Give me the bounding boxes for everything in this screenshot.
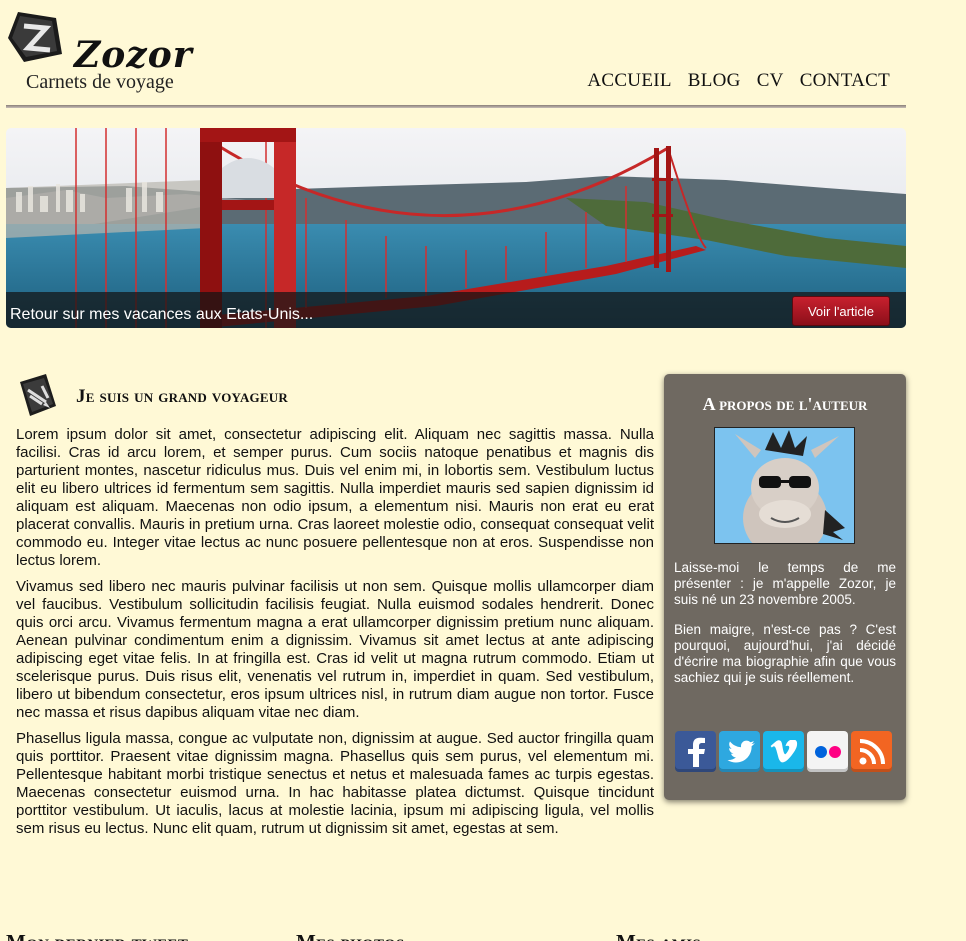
about-paragraph: Laisse-moi le temps de me présenter : je… <box>674 560 896 607</box>
social-links <box>675 731 892 772</box>
nav-blog[interactable]: BLOG <box>688 70 741 92</box>
author-avatar <box>714 427 855 544</box>
header-divider <box>6 105 906 108</box>
banner-caption: Retour sur mes vacances aux Etats-Unis..… <box>10 306 314 323</box>
nav-cv[interactable]: CV <box>757 70 784 92</box>
article-paragraph: Lorem ipsum dolor sit amet, consectetur … <box>16 426 654 569</box>
flickr-icon[interactable] <box>807 731 848 772</box>
tagline: Carnets de voyage <box>26 71 174 93</box>
twitter-icon[interactable] <box>719 731 760 772</box>
about-paragraph: Bien maigre, n'est-ce pas ? C'est pourqu… <box>674 622 896 685</box>
article-title: Je suis un grand voyageur <box>76 386 288 407</box>
article-paragraph: Vivamus sed libero nec mauris pulvinar f… <box>16 578 654 721</box>
logo-icon[interactable] <box>6 8 64 66</box>
section-photos: Mes photos <box>296 930 405 941</box>
brand-name: Zozor <box>74 34 193 76</box>
facebook-icon[interactable] <box>675 731 716 772</box>
vimeo-icon[interactable] <box>763 731 804 772</box>
about-author-text: Laisse-moi le temps de me présenter : je… <box>674 560 896 700</box>
pencil-icon <box>16 372 58 418</box>
nav-contact[interactable]: CONTACT <box>800 70 890 92</box>
article-body: Lorem ipsum dolor sit amet, consectetur … <box>16 426 654 846</box>
nav-accueil[interactable]: ACCUEIL <box>587 70 671 92</box>
rss-icon[interactable] <box>851 731 892 772</box>
hero-banner: Retour sur mes vacances aux Etats-Unis..… <box>6 128 906 328</box>
view-article-button[interactable]: Voir l'article <box>792 296 890 326</box>
banner-caption-bar: Retour sur mes vacances aux Etats-Unis..… <box>6 292 906 328</box>
about-author-title: A propos de l'auteur <box>702 394 868 414</box>
section-last-tweet: Mon dernier tweet <box>6 930 188 941</box>
main-nav: ACCUEIL BLOG CV CONTACT <box>587 70 890 92</box>
about-author-panel: A propos de l'auteur Laisse-moi le temps… <box>664 374 906 800</box>
section-friends: Mes amis <box>616 930 701 941</box>
article-paragraph: Phasellus ligula massa, congue ac vulput… <box>16 730 654 837</box>
